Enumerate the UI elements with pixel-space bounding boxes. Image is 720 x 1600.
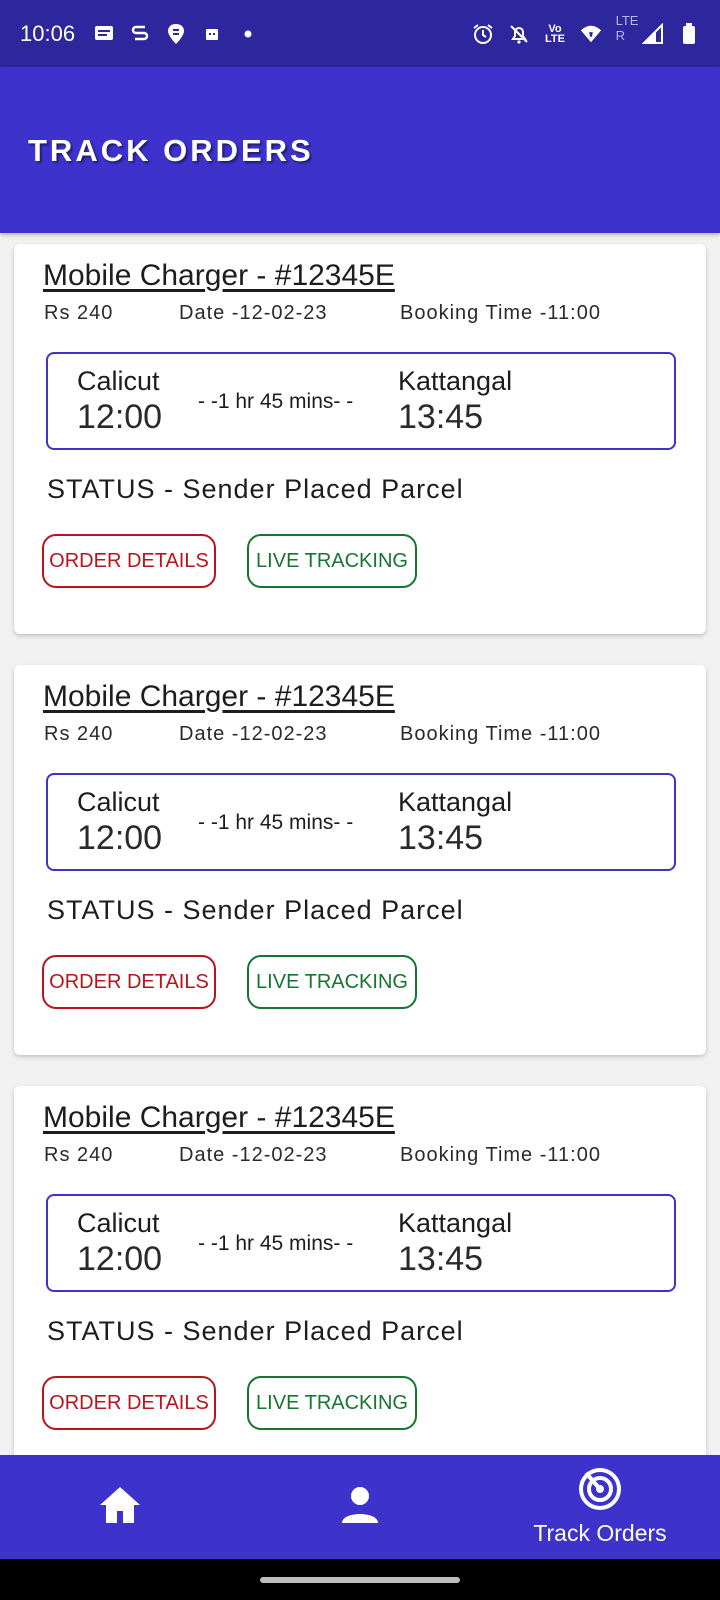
battery-icon: [678, 22, 700, 45]
lte-roaming-label: LTE R: [615, 12, 639, 43]
order-status: STATUS - Sender Placed Parcel: [47, 895, 464, 925]
from-time: 12:00: [77, 1240, 163, 1278]
route-box: Calicut 12:00 - -1 hr 45 mins- - Kattang…: [46, 773, 676, 871]
from-city: Calicut: [77, 787, 160, 817]
order-price: Rs 240: [44, 723, 114, 745]
page-title: TRACK ORDERS: [28, 133, 314, 168]
from-time: 12:00: [77, 398, 163, 436]
wifi-icon: [580, 23, 602, 45]
order-details-button[interactable]: ORDER DETAILS: [42, 1376, 216, 1430]
order-details-button[interactable]: ORDER DETAILS: [42, 534, 216, 588]
order-booking-time: Booking Time -11:00: [400, 723, 601, 745]
nav-home[interactable]: [60, 1455, 180, 1559]
order-date: Date -12-02-23: [179, 302, 328, 324]
trip-duration: - -1 hr 45 mins- -: [198, 1232, 354, 1255]
to-time: 13:45: [398, 398, 484, 436]
alarm-icon: [472, 23, 494, 45]
volte-icon: Vo LTE: [545, 22, 565, 45]
notifications-off-icon: [508, 23, 530, 45]
from-time: 12:00: [77, 819, 163, 857]
home-gesture-handle[interactable]: [260, 1577, 460, 1583]
dot-icon: [237, 23, 259, 45]
to-city: Kattangal: [398, 366, 513, 396]
order-card[interactable]: Mobile Charger - #12345E Rs 240 Date -12…: [14, 244, 706, 634]
nav-track-orders[interactable]: Track Orders: [510, 1455, 690, 1559]
live-tracking-button[interactable]: LIVE TRACKING: [247, 534, 417, 588]
order-price: Rs 240: [44, 302, 114, 324]
order-details-button[interactable]: ORDER DETAILS: [42, 955, 216, 1009]
route-box: Calicut 12:00 - -1 hr 45 mins- - Kattang…: [46, 352, 676, 450]
radar-icon: [578, 1467, 622, 1516]
signal-icon: [642, 22, 664, 45]
order-title[interactable]: Mobile Charger - #12345E: [43, 259, 395, 293]
live-tracking-button[interactable]: LIVE TRACKING: [247, 955, 417, 1009]
order-date: Date -12-02-23: [179, 1144, 328, 1166]
order-booking-time: Booking Time -11:00: [400, 302, 601, 324]
route-box: Calicut 12:00 - -1 hr 45 mins- - Kattang…: [46, 1194, 676, 1292]
order-price: Rs 240: [44, 1144, 114, 1166]
order-title[interactable]: Mobile Charger - #12345E: [43, 1101, 395, 1135]
to-city: Kattangal: [398, 1208, 513, 1238]
app-s-icon: [129, 23, 151, 45]
live-tracking-button[interactable]: LIVE TRACKING: [247, 1376, 417, 1430]
from-city: Calicut: [77, 1208, 160, 1238]
nav-profile[interactable]: [300, 1455, 420, 1559]
order-card[interactable]: Mobile Charger - #12345E Rs 240 Date -12…: [14, 1086, 706, 1455]
order-status: STATUS - Sender Placed Parcel: [47, 474, 464, 504]
from-city: Calicut: [77, 366, 160, 396]
order-booking-time: Booking Time -11:00: [400, 1144, 601, 1166]
trip-duration: - -1 hr 45 mins- -: [198, 390, 354, 413]
swiggy-icon: [165, 23, 187, 45]
home-icon: [98, 1485, 142, 1530]
to-city: Kattangal: [398, 787, 513, 817]
app-bar: TRACK ORDERS: [0, 67, 720, 233]
status-bar: 10:06 Vo LTE LTE R: [0, 0, 720, 67]
gesture-bar: [0, 1559, 720, 1600]
orders-list[interactable]: Mobile Charger - #12345E Rs 240 Date -12…: [0, 233, 720, 1455]
calendar-icon: [201, 23, 223, 45]
order-date: Date -12-02-23: [179, 723, 328, 745]
order-card[interactable]: Mobile Charger - #12345E Rs 240 Date -12…: [14, 665, 706, 1055]
bottom-navigation: Track Orders: [0, 1455, 720, 1559]
trip-duration: - -1 hr 45 mins- -: [198, 811, 354, 834]
status-time: 10:06: [20, 20, 76, 46]
to-time: 13:45: [398, 819, 484, 857]
message-icon: [93, 23, 115, 45]
order-title[interactable]: Mobile Charger - #12345E: [43, 680, 395, 714]
to-time: 13:45: [398, 1240, 484, 1278]
nav-track-orders-label: Track Orders: [533, 1520, 667, 1546]
order-status: STATUS - Sender Placed Parcel: [47, 1316, 464, 1346]
person-icon: [340, 1485, 380, 1530]
